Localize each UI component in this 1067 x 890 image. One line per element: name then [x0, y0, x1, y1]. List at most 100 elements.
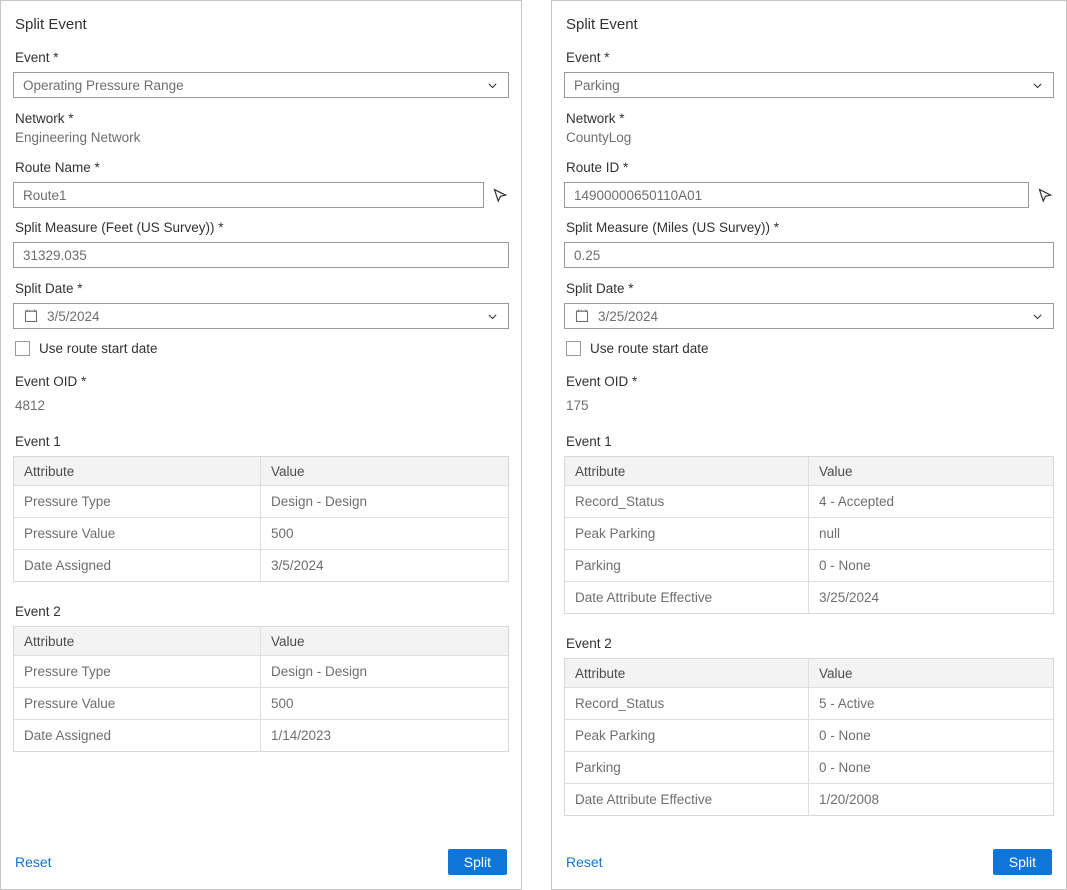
header-value: Value: [809, 659, 1053, 687]
split-date-value: 3/5/2024: [47, 309, 100, 324]
split-button[interactable]: Split: [993, 849, 1052, 875]
header-attribute: Attribute: [565, 457, 809, 485]
reset-link[interactable]: Reset: [15, 854, 52, 870]
event2-heading: Event 2: [15, 604, 507, 619]
event-oid-group: Event OID * 4812: [13, 373, 509, 414]
event2-table: Attribute Value Pressure Type Design - D…: [13, 626, 509, 752]
event-oid-value: 175: [566, 397, 1052, 414]
table-header-row: Attribute Value: [565, 457, 1053, 485]
table-row: Parking 0 - None: [565, 549, 1053, 581]
network-value: Engineering Network: [15, 129, 507, 146]
event1-table: Attribute Value Record_Status 4 - Accept…: [564, 456, 1054, 614]
attribute-cell: Date Attribute Effective: [565, 582, 809, 613]
attribute-cell: Record_Status: [565, 486, 809, 517]
split-measure-input[interactable]: [13, 242, 509, 268]
panel-title: Split Event: [566, 16, 1052, 33]
table-row: Date Attribute Effective 3/25/2024: [565, 581, 1053, 613]
attribute-cell: Date Assigned: [14, 720, 261, 751]
checkbox-label: Use route start date: [590, 341, 709, 356]
use-route-start-date-checkbox[interactable]: Use route start date: [566, 341, 1052, 356]
attribute-cell: Pressure Value: [14, 518, 261, 549]
route-name-input[interactable]: [13, 182, 484, 208]
table-row: Pressure Type Design - Design: [14, 485, 508, 517]
header-attribute: Attribute: [565, 659, 809, 687]
attribute-cell: Peak Parking: [565, 720, 809, 751]
event-label: Event *: [15, 49, 507, 66]
route-input-row: [13, 182, 509, 208]
event1-table: Attribute Value Pressure Type Design - D…: [13, 456, 509, 582]
panel-footer: Reset Split: [13, 849, 509, 877]
map-select-pointer-icon: [1037, 187, 1053, 203]
value-cell: 4 - Accepted: [809, 486, 1053, 517]
value-cell: 5 - Active: [809, 688, 1053, 719]
route-label: Route ID *: [566, 159, 1052, 176]
split-date-label: Split Date *: [15, 280, 507, 297]
attribute-cell: Pressure Type: [14, 486, 261, 517]
event-select[interactable]: Operating Pressure Range: [13, 72, 509, 98]
value-cell: 0 - None: [809, 752, 1053, 783]
pick-route-on-map-button[interactable]: [1036, 187, 1054, 203]
split-event-panel-right: Split Event Event * Parking Network * Co…: [551, 0, 1067, 890]
table-row: Pressure Value 500: [14, 517, 508, 549]
panel-footer: Reset Split: [564, 849, 1054, 877]
split-event-workspace: Split Event Event * Operating Pressure R…: [0, 0, 1067, 890]
attribute-cell: Date Attribute Effective: [565, 784, 809, 815]
value-cell: 3/25/2024: [809, 582, 1053, 613]
chevron-down-icon: [1031, 310, 1044, 323]
map-select-pointer-icon: [492, 187, 508, 203]
value-cell: 0 - None: [809, 720, 1053, 751]
split-date-label: Split Date *: [566, 280, 1052, 297]
event-label: Event *: [566, 49, 1052, 66]
value-cell: Design - Design: [261, 486, 508, 517]
header-value: Value: [261, 627, 508, 655]
table-row: Date Assigned 3/5/2024: [14, 549, 508, 581]
header-attribute: Attribute: [14, 627, 261, 655]
event-select-value: Operating Pressure Range: [23, 78, 184, 93]
split-button[interactable]: Split: [448, 849, 507, 875]
chevron-down-icon: [486, 310, 499, 323]
table-header-row: Attribute Value: [14, 457, 508, 485]
route-id-input[interactable]: [564, 182, 1029, 208]
attribute-cell: Parking: [565, 550, 809, 581]
checkbox-unchecked-icon: [566, 341, 581, 356]
value-cell: 500: [261, 518, 508, 549]
table-row: Pressure Value 500: [14, 687, 508, 719]
panel-title: Split Event: [15, 16, 507, 33]
value-cell: 1/14/2023: [261, 720, 508, 751]
attribute-cell: Peak Parking: [565, 518, 809, 549]
table-row: Peak Parking null: [565, 517, 1053, 549]
value-cell: Design - Design: [261, 656, 508, 687]
calendar-icon: [574, 308, 590, 324]
chevron-down-icon: [1031, 79, 1044, 92]
event-select-value: Parking: [574, 78, 620, 93]
network-label: Network *: [566, 110, 1052, 127]
event-oid-group: Event OID * 175: [564, 373, 1054, 414]
value-cell: 1/20/2008: [809, 784, 1053, 815]
calendar-icon: [23, 308, 39, 324]
network-group: Network * CountyLog: [564, 110, 1054, 146]
event-oid-value: 4812: [15, 397, 507, 414]
reset-link[interactable]: Reset: [566, 854, 603, 870]
split-date-picker[interactable]: 3/25/2024: [564, 303, 1054, 329]
network-value: CountyLog: [566, 129, 1052, 146]
use-route-start-date-checkbox[interactable]: Use route start date: [15, 341, 507, 356]
header-value: Value: [261, 457, 508, 485]
table-row: Record_Status 4 - Accepted: [565, 485, 1053, 517]
header-attribute: Attribute: [14, 457, 261, 485]
network-group: Network * Engineering Network: [13, 110, 509, 146]
table-header-row: Attribute Value: [565, 659, 1053, 687]
event-select[interactable]: Parking: [564, 72, 1054, 98]
table-header-row: Attribute Value: [14, 627, 508, 655]
attribute-cell: Date Assigned: [14, 550, 261, 581]
table-row: Parking 0 - None: [565, 751, 1053, 783]
event1-heading: Event 1: [566, 434, 1052, 449]
header-value: Value: [809, 457, 1053, 485]
split-measure-label: Split Measure (Feet (US Survey)) *: [15, 219, 507, 236]
attribute-cell: Record_Status: [565, 688, 809, 719]
pick-route-on-map-button[interactable]: [491, 187, 509, 203]
event2-table: Attribute Value Record_Status 5 - Active…: [564, 658, 1054, 816]
value-cell: 3/5/2024: [261, 550, 508, 581]
split-measure-input[interactable]: [564, 242, 1054, 268]
split-date-picker[interactable]: 3/5/2024: [13, 303, 509, 329]
event-oid-label: Event OID *: [566, 373, 1052, 390]
